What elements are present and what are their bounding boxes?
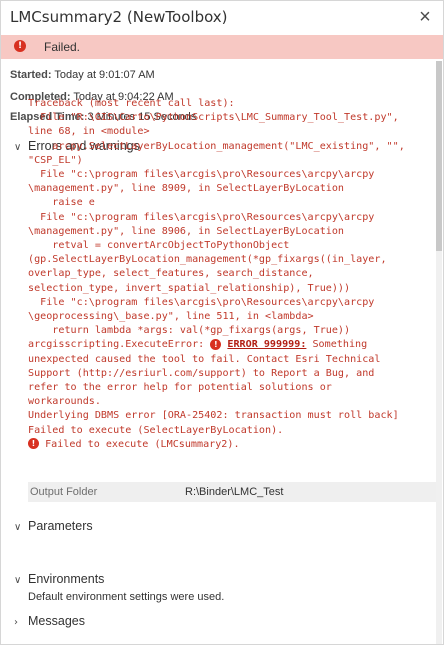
traceback-line: retval = convertArcObjectToPythonObject <box>28 240 290 252</box>
traceback-line: Underlying DBMS error [ORA-25402: transa… <box>28 410 399 422</box>
geoprocessing-details-window: LMCsummary2 (NewToolbox) × ! Failed. Sta… <box>0 0 444 645</box>
window-header: LMCsummary2 (NewToolbox) × <box>1 1 443 35</box>
parameters-section-header[interactable]: ∨ Parameters <box>14 519 93 533</box>
traceback-line: \management.py", line 8909, in SelectLay… <box>28 183 345 195</box>
traceback-line: workarounds. <box>28 396 101 408</box>
error-icon: ! <box>14 40 26 52</box>
traceback-line: Failed to execute (SelectLayerByLocation… <box>28 424 284 436</box>
messages-section-title: Messages <box>28 614 85 628</box>
traceback-line: File "c:\program files\arcgis\pro\Resour… <box>28 296 375 308</box>
traceback-line: return lambda *args: val(*gp_fixargs(arg… <box>28 325 351 337</box>
started-value: Today at 9:01:07 AM <box>54 69 155 81</box>
traceback-line: \geoprocessing\_base.py", line 511, in <… <box>28 311 314 323</box>
traceback-line: File "R:\GIS\Carto\PythonScripts\LMC_Sum… <box>28 112 399 124</box>
started-label: Started: <box>10 69 52 81</box>
execute-error-line: arcgisscripting.ExecuteError: ! ERROR 99… <box>28 338 436 352</box>
chevron-down-icon: ∨ <box>14 522 22 533</box>
vertical-scrollbar[interactable] <box>436 61 442 644</box>
traceback-line: raise e <box>28 197 95 209</box>
parameters-section-title: Parameters <box>28 519 93 533</box>
status-text: Failed. <box>44 40 81 54</box>
traceback-line: refer to the error help for potential so… <box>28 382 332 394</box>
execute-error-suffix: Something <box>306 339 368 351</box>
parameter-name: Output Folder <box>30 486 98 498</box>
parameter-value: R:\Binder\LMC_Test <box>185 486 284 498</box>
traceback-line: "CSP_EL") <box>28 154 83 166</box>
execute-error-prefix: arcgisscripting.ExecuteError: <box>28 339 211 351</box>
traceback-line: Traceback (most recent call last): <box>28 98 235 109</box>
traceback-line: File "c:\program files\arcgis\pro\Resour… <box>28 169 375 181</box>
close-icon[interactable]: × <box>415 7 435 27</box>
traceback-line: File "c:\program files\arcgis\pro\Resour… <box>28 211 375 223</box>
environments-section-title: Environments <box>28 572 105 586</box>
started-row: Started: Today at 9:01:07 AM <box>10 69 155 81</box>
traceback-line: unexpected caused the tool to fail. Cont… <box>28 353 381 365</box>
error-traceback: Traceback (most recent call last): File … <box>28 97 436 452</box>
window-title: LMCsummary2 (NewToolbox) <box>10 8 228 26</box>
messages-section-header[interactable]: › Messages <box>14 614 85 628</box>
traceback-line: selection_type, invert_spatial_relations… <box>28 282 351 294</box>
traceback-line: Support (http://esriurl.com/support) to … <box>28 367 375 379</box>
scrollbar-thumb[interactable] <box>436 61 442 251</box>
parameter-row: Output Folder R:\Binder\LMC_Test <box>28 482 436 502</box>
error-icon: ! <box>28 438 39 450</box>
chevron-down-icon: ∨ <box>14 575 22 586</box>
final-error-text: Failed to execute (LMCsummary2). <box>39 438 240 450</box>
traceback-line: overlap_type, select_features, search_di… <box>28 268 314 280</box>
error-icon: ! <box>210 338 222 350</box>
traceback-line: (gp.SelectLayerByLocation_management(*gp… <box>28 254 387 266</box>
traceback-line: \management.py", line 8906, in SelectLay… <box>28 225 345 237</box>
traceback-line: arcpy.SelectLayerByLocation_management("… <box>28 140 405 152</box>
chevron-down-icon: ∨ <box>14 142 22 153</box>
traceback-line: line 68, in <module> <box>28 126 150 138</box>
final-error-line: ! Failed to execute (LMCsummary2). <box>28 438 436 452</box>
error-code-link[interactable]: ERROR 999999: <box>227 339 306 350</box>
environments-text: Default environment settings were used. <box>28 591 225 603</box>
environments-section-header[interactable]: ∨ Environments <box>14 572 104 586</box>
status-banner: ! Failed. <box>1 35 443 59</box>
chevron-right-icon: › <box>14 617 18 628</box>
